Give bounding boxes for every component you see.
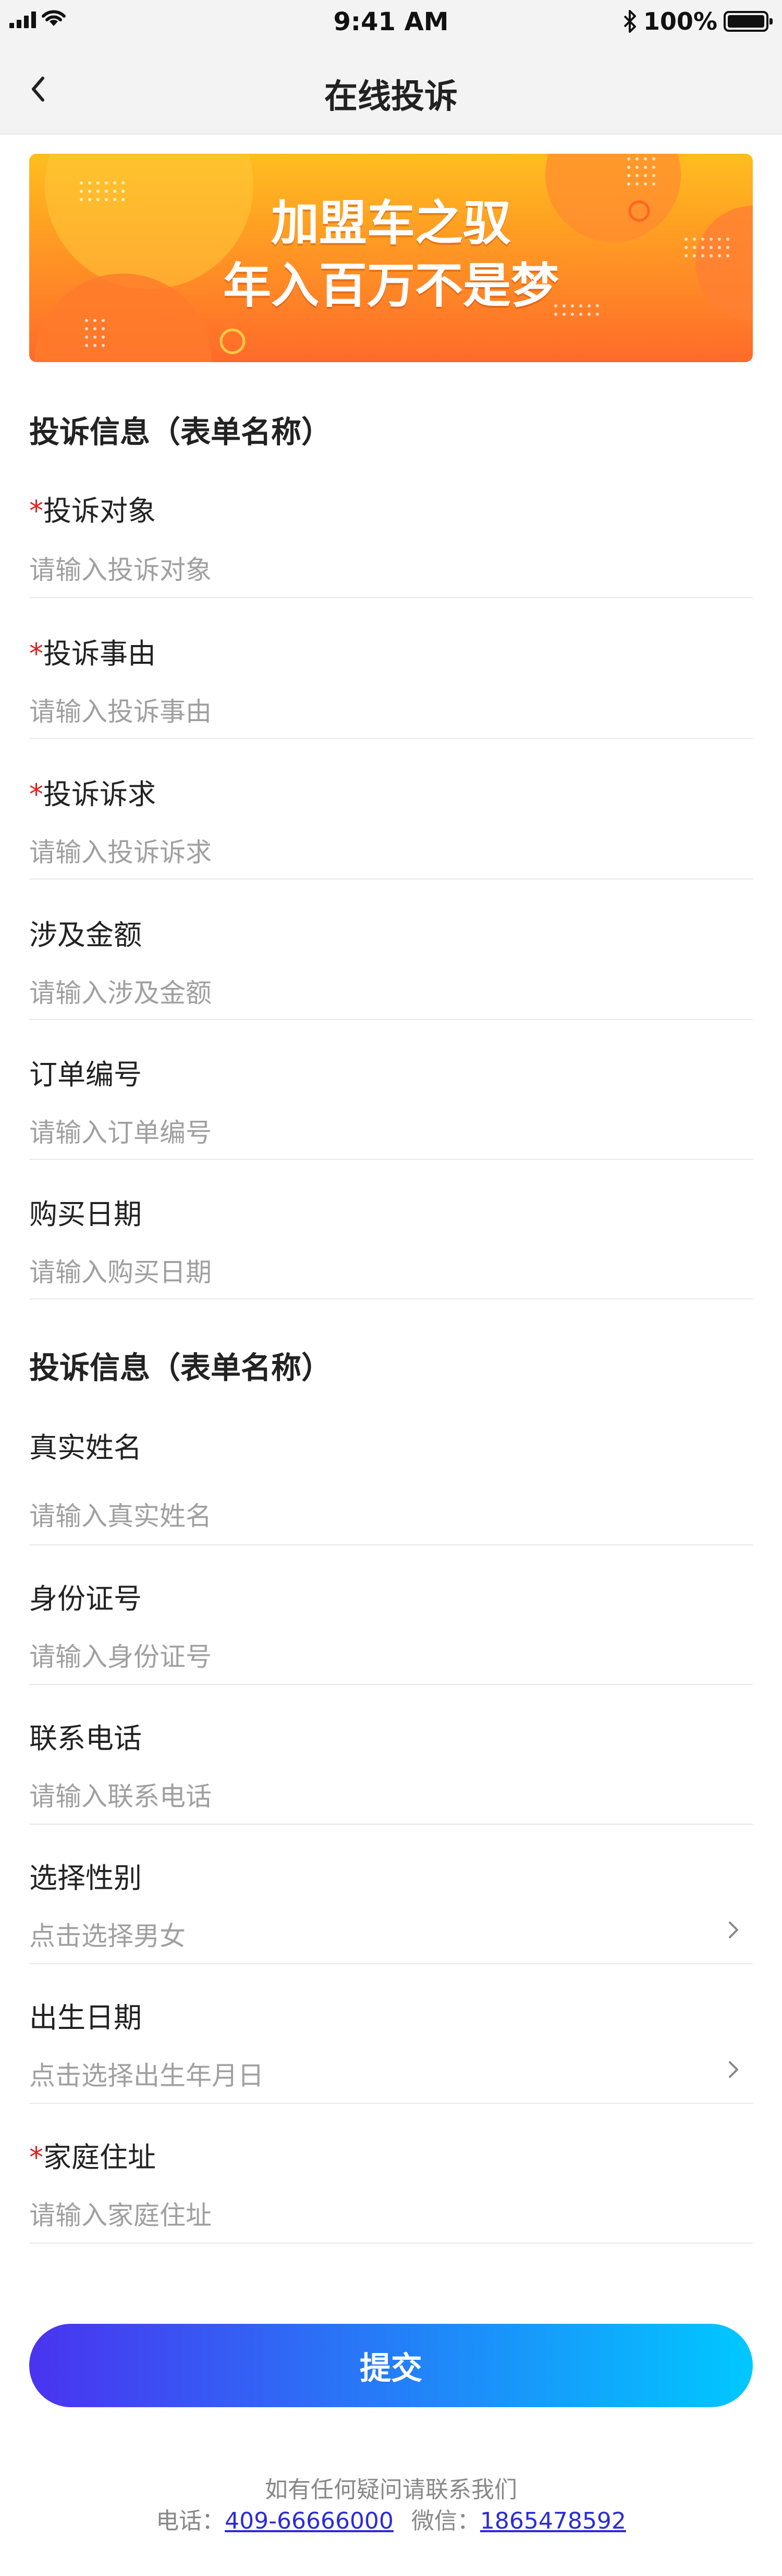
field-complaint-demand[interactable]: *投诉诉求 请输入投诉诉求 <box>29 771 753 880</box>
wechat-link[interactable]: 1865478592 <box>480 2508 626 2534</box>
amount-input[interactable]: 请输入涉及金额 <box>29 972 212 1010</box>
battery-percentage: 100% <box>643 7 717 35</box>
id-number-input[interactable]: 请输入身份证号 <box>29 1636 212 1674</box>
complaint-reason-input[interactable]: 请输入投诉事由 <box>29 691 212 728</box>
phone-label: 电话： <box>156 2508 225 2534</box>
real-name-input[interactable]: 请输入真实姓名 <box>29 1495 212 1533</box>
field-label-text: 投诉对象 <box>43 494 156 527</box>
field-label: 出生日期 <box>29 2001 142 2034</box>
required-mark: * <box>29 494 43 527</box>
home-address-input[interactable]: 请输入家庭住址 <box>29 2195 212 2232</box>
field-gender[interactable]: 选择性别 点击选择男女 <box>29 1855 753 1964</box>
status-bar: 9:41 AM 100% <box>0 0 782 47</box>
field-birth-date[interactable]: 出生日期 点击选择出生年月日 <box>29 1995 753 2104</box>
phone-input[interactable]: 请输入联系电话 <box>29 1776 212 1813</box>
field-amount[interactable]: 涉及金额 请输入涉及金额 <box>29 912 753 1020</box>
field-label: 购买日期 <box>29 1198 142 1231</box>
field-order-number[interactable]: 订单编号 请输入订单编号 <box>29 1051 753 1160</box>
field-label: 涉及金额 <box>29 919 142 951</box>
purchase-date-input[interactable]: 请输入购买日期 <box>29 1252 212 1289</box>
complaint-demand-input[interactable]: 请输入投诉诉求 <box>29 832 212 869</box>
field-id-number[interactable]: 身份证号 请输入身份证号 <box>29 1576 753 1685</box>
order-number-input[interactable]: 请输入订单编号 <box>29 1112 212 1149</box>
field-complaint-target[interactable]: *投诉对象 请输入投诉对象 <box>29 488 753 598</box>
field-label: 联系电话 <box>29 1722 142 1755</box>
submit-button[interactable]: 提交 <box>29 2324 753 2407</box>
required-mark: * <box>29 2141 43 2174</box>
field-label-text: 家庭住址 <box>43 2141 156 2174</box>
field-label: *投诉事由 <box>29 630 156 672</box>
field-label: 选择性别 <box>29 1862 142 1894</box>
section-title-personal: 投诉信息（表单名称） <box>29 1350 332 1385</box>
field-label: 真实姓名 <box>29 1431 142 1464</box>
banner-line-2: 年入百万不是梦 <box>223 258 559 314</box>
battery-icon <box>724 11 773 32</box>
field-label: 订单编号 <box>29 1058 142 1091</box>
field-label: *投诉诉求 <box>29 771 156 812</box>
field-label: *投诉对象 <box>29 488 156 529</box>
gender-select[interactable]: 点击选择男女 <box>29 1915 186 1953</box>
field-label-text: 投诉事由 <box>43 637 156 670</box>
footer-contact-note: 如有任何疑问请联系我们 <box>265 2476 517 2503</box>
field-label: *家庭住址 <box>29 2134 156 2175</box>
section-title-complaint: 投诉信息（表单名称） <box>29 414 332 450</box>
field-label: 身份证号 <box>29 1582 142 1615</box>
chevron-right-icon[interactable] <box>723 1919 743 1940</box>
phone-link[interactable]: 409-66666000 <box>225 2508 394 2534</box>
promo-banner[interactable]: 加盟车之驭 年入百万不是梦 <box>29 154 753 362</box>
bluetooth-icon <box>624 10 636 33</box>
required-mark: * <box>29 778 43 811</box>
field-phone[interactable]: 联系电话 请输入联系电话 <box>29 1715 753 1825</box>
chevron-right-icon[interactable] <box>723 2059 743 2080</box>
wechat-label: 微信： <box>411 2508 480 2534</box>
field-label-text: 投诉诉求 <box>43 778 156 811</box>
field-home-address[interactable]: *家庭住址 请输入家庭住址 <box>29 2134 753 2244</box>
field-purchase-date[interactable]: 购买日期 请输入购买日期 <box>29 1191 753 1299</box>
birth-date-select[interactable]: 点击选择出生年月日 <box>29 2055 264 2092</box>
required-mark: * <box>29 637 43 670</box>
page-title: 在线投诉 <box>324 78 458 116</box>
banner-text: 加盟车之驭 年入百万不是梦 <box>29 192 753 317</box>
field-real-name[interactable]: 真实姓名 请输入真实姓名 <box>29 1425 753 1545</box>
status-right-group: 100% <box>622 7 773 35</box>
banner-line-1: 加盟车之驭 <box>271 195 511 251</box>
footer-contact-line: 电话：409-66666000 微信：1865478592 <box>0 2502 782 2535</box>
field-complaint-reason[interactable]: *投诉事由 请输入投诉事由 <box>29 630 753 739</box>
nav-bar: 在线投诉 <box>0 47 782 134</box>
complaint-target-input[interactable]: 请输入投诉对象 <box>29 549 212 587</box>
